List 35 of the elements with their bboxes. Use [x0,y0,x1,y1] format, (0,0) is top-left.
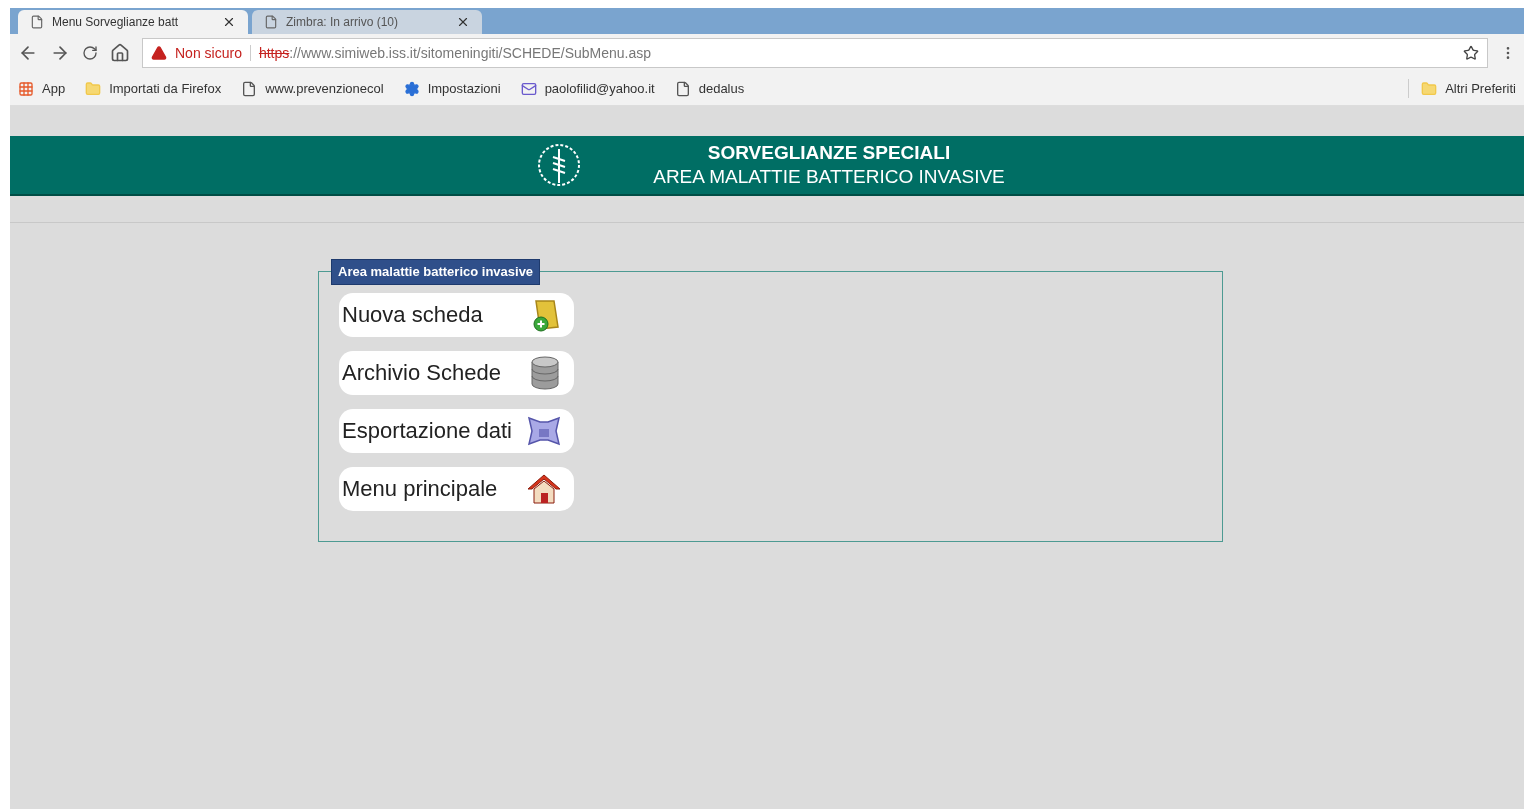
page-icon [674,80,691,97]
bookmark[interactable]: www.prevenzionecol [241,78,384,99]
folder-icon [1421,80,1438,97]
panel-legend: Area malattie batterico invasive [331,259,541,285]
star-icon[interactable] [1463,45,1479,61]
url-text: https://www.simiweb.iss.it/sitomeningiti/SCHEDE/SubMenu.asp [258,43,652,63]
database-icon [528,354,562,391]
header-title: SORVEGLIANZE SPECIALI [707,141,951,165]
envelope-icon [520,80,537,97]
address-bar[interactable]: Non sicuro https://www.simiweb.iss.it/sitomeningiti/SCHEDE/SubMenu.asp [142,38,1488,68]
reload-icon[interactable] [82,45,98,61]
close-icon[interactable] [456,15,470,29]
menu-link[interactable]: Nuova scheda [339,292,574,337]
menu-link[interactable]: Esportazione dati [339,408,574,453]
warning-icon [151,45,167,61]
home-icon[interactable] [110,43,130,63]
page-icon [264,15,278,29]
page-icon [30,15,44,29]
page-icon [241,80,258,97]
bookmark[interactable]: paolofilid@yahoo.it [520,78,655,99]
menu-link[interactable]: Menu principale [339,466,574,511]
gear-icon [403,80,420,97]
header-subtitle: AREA MALATTIE BATTERICO INVASIVE [653,165,1005,189]
close-icon[interactable] [222,15,236,29]
apps-grid-icon [18,80,34,97]
bookmark[interactable]: Altri Preferiti [1408,78,1516,99]
security-label: Non sicuro [175,43,242,63]
browser-tab[interactable]: Menu Sorveglianze batt [18,10,248,34]
bookmark[interactable]: Impostazioni [403,78,501,99]
folder-icon [85,80,102,97]
bookmark[interactable]: dedalus [674,78,745,99]
bookmark[interactable]: Importati da Firefox [85,78,222,99]
menu-link[interactable]: Archivio Schede [339,350,574,395]
browser-tab[interactable]: Zimbra: In arrivo (10) [252,10,482,34]
bookmark[interactable]: App [18,78,66,99]
